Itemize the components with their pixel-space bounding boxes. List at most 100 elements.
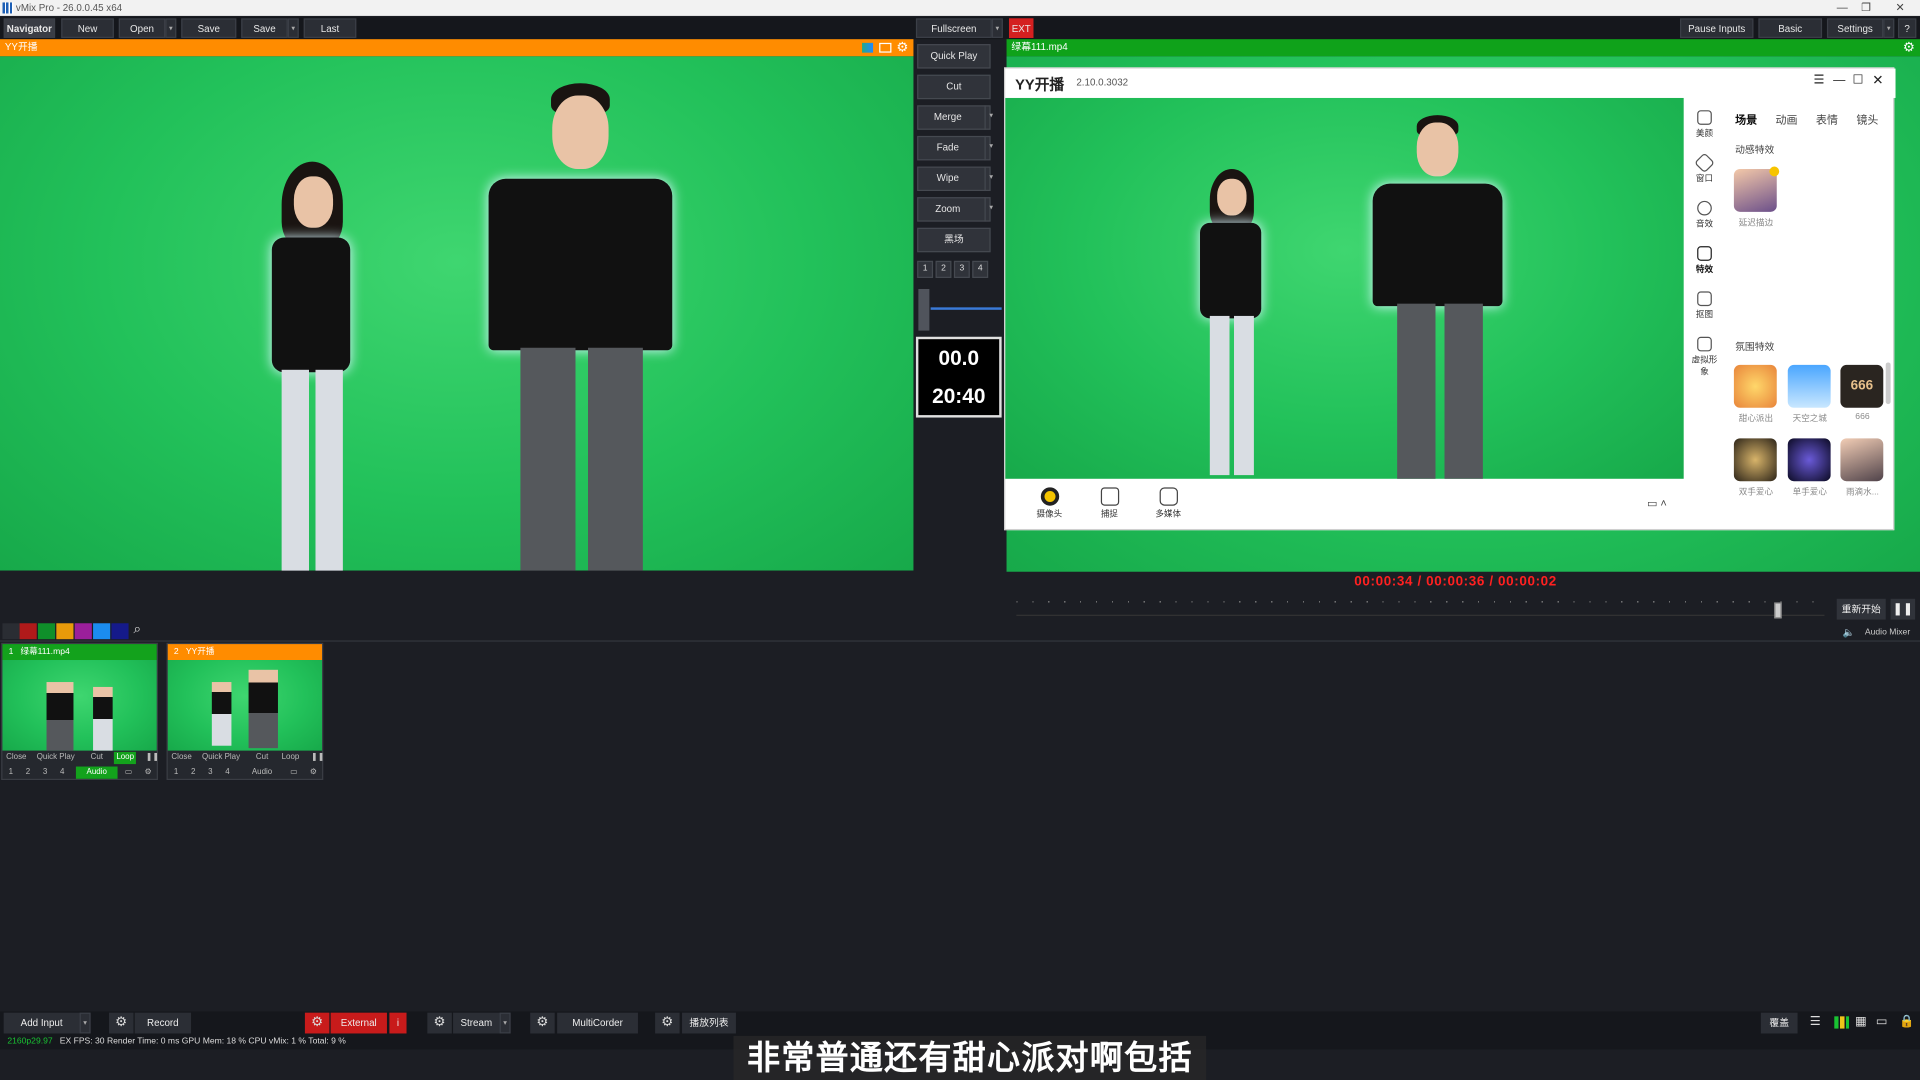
open-dropdown-icon[interactable]: ▾: [165, 18, 177, 38]
color-filter-none[interactable]: [2, 623, 20, 640]
new-button[interactable]: New: [61, 18, 114, 38]
input-1-close-button[interactable]: Close: [6, 752, 26, 764]
input-2-audio-button[interactable]: Audio: [241, 767, 283, 779]
external-info-button[interactable]: i: [389, 1012, 407, 1034]
stream-settings-gear-icon[interactable]: ⚙: [427, 1012, 452, 1034]
multicorder-button[interactable]: MultiCorder: [557, 1012, 638, 1034]
zoom-button[interactable]: Zoom ▾: [917, 197, 993, 222]
playback-seek-handle[interactable]: [1774, 602, 1782, 619]
minimize-icon[interactable]: —: [1837, 0, 1848, 16]
stream-button[interactable]: Stream: [453, 1012, 500, 1034]
grid-view-icon[interactable]: ▦: [1855, 1015, 1867, 1028]
yy-window-button[interactable]: 窗口: [1691, 152, 1718, 185]
audio-meter-icon[interactable]: [1834, 1016, 1849, 1029]
yy-sound-button[interactable]: 音效: [1691, 200, 1718, 230]
yy-tab-emoji[interactable]: 表情: [1816, 111, 1838, 127]
last-button[interactable]: Last: [303, 18, 357, 38]
fx-666-thumb[interactable]: 666: [1840, 364, 1884, 408]
transition-number-2[interactable]: 2: [935, 260, 952, 278]
input-1-num-3[interactable]: 3: [43, 767, 47, 779]
input-card-2[interactable]: 2 YY开播 Close Quick Play Cut Loop ❚❚ 1 2 …: [166, 642, 324, 781]
preview-window-icon[interactable]: [879, 42, 892, 53]
color-filter-red[interactable]: [19, 623, 37, 640]
yy-media-button[interactable]: 多媒体: [1153, 487, 1182, 520]
input-1-cut-button[interactable]: Cut: [91, 752, 103, 764]
input-2-num-1[interactable]: 1: [174, 767, 178, 779]
yy-beauty-button[interactable]: 美颜: [1691, 110, 1718, 139]
t-bar-handle[interactable]: [918, 288, 930, 331]
playlist-settings-gear-icon[interactable]: ⚙: [655, 1012, 680, 1034]
input-2-close-button[interactable]: Close: [171, 752, 191, 764]
monitor-view-icon[interactable]: ▭: [1876, 1015, 1888, 1028]
color-filter-orange[interactable]: [56, 623, 74, 640]
yy-close-icon[interactable]: ✕: [1872, 72, 1883, 88]
input-1-gear-icon[interactable]: ⚙: [144, 767, 151, 779]
input-1-num-2[interactable]: 2: [26, 767, 30, 779]
input-2-num-2[interactable]: 2: [191, 767, 195, 779]
help-button[interactable]: ?: [1897, 18, 1917, 38]
input-2-cut-button[interactable]: Cut: [256, 752, 268, 764]
overlay-button[interactable]: 覆盖: [1760, 1012, 1798, 1034]
quick-play-button[interactable]: Quick Play: [917, 44, 991, 69]
fade-button[interactable]: Fade ▾: [917, 135, 993, 161]
yy-menu-icon[interactable]: ☰: [1813, 73, 1824, 86]
transition-number-3[interactable]: 3: [953, 260, 970, 278]
record-button[interactable]: Record: [134, 1012, 192, 1034]
input-2-monitor-icon[interactable]: ▭: [290, 767, 298, 779]
pause-icon[interactable]: ❚❚: [1890, 598, 1916, 620]
close-icon[interactable]: ✕: [1896, 0, 1905, 16]
stream-dropdown-icon[interactable]: ▾: [499, 1012, 511, 1034]
merge-button[interactable]: Merge ▾: [917, 105, 993, 130]
speaker-icon[interactable]: 🔈: [1843, 627, 1855, 638]
input-2-num-3[interactable]: 3: [208, 767, 212, 779]
yy-effects-scrollbar[interactable]: [1885, 362, 1891, 405]
multicorder-settings-gear-icon[interactable]: ⚙: [530, 1012, 555, 1034]
restart-button[interactable]: 重新开始: [1836, 598, 1886, 620]
add-input-button[interactable]: Add Input: [3, 1012, 80, 1034]
settings-dropdown-icon[interactable]: ▾: [1883, 18, 1895, 38]
t-bar-track[interactable]: [930, 307, 1002, 310]
yy-minimize-icon[interactable]: —: [1833, 73, 1845, 86]
input-1-pause-icon[interactable]: ❚❚: [146, 752, 159, 764]
wipe-button[interactable]: Wipe ▾: [917, 166, 993, 192]
fullscreen-dropdown-icon[interactable]: ▾: [991, 18, 1003, 38]
input-card-1[interactable]: 1 绿幕111.mp4 Close Quick Play Cut Loop ❚❚…: [1, 642, 159, 781]
preview-color-icon[interactable]: [862, 42, 874, 53]
fx-sky-city-thumb[interactable]: [1787, 364, 1831, 408]
preview-gear-icon[interactable]: ⚙: [896, 39, 908, 56]
search-icon[interactable]: ⌕: [133, 622, 141, 638]
pause-inputs-button[interactable]: Pause Inputs: [1680, 18, 1754, 38]
transition-number-4[interactable]: 4: [972, 260, 989, 278]
yy-tab-animation[interactable]: 动画: [1776, 111, 1798, 127]
yy-tab-scene[interactable]: 场景: [1735, 111, 1757, 127]
external-settings-gear-icon[interactable]: ⚙: [304, 1012, 330, 1034]
fx-sweetheart-thumb[interactable]: [1733, 364, 1777, 408]
yy-video-preview[interactable]: [1005, 97, 1684, 479]
save-dropdown-icon[interactable]: ▾: [287, 18, 299, 38]
input-1-audio-button[interactable]: Audio: [75, 766, 118, 779]
yy-effects-button[interactable]: 特效: [1691, 246, 1718, 275]
playback-seek-track[interactable]: [1016, 614, 1825, 616]
zoom-dropdown-icon[interactable]: ▾: [984, 197, 996, 222]
preview-video[interactable]: [0, 56, 914, 615]
color-filter-blue[interactable]: [93, 623, 111, 640]
input-2-gear-icon[interactable]: ⚙: [310, 767, 317, 779]
save-button[interactable]: Save: [181, 18, 237, 38]
fullscreen-button[interactable]: Fullscreen: [915, 18, 992, 38]
black-button[interactable]: 黑场: [917, 227, 991, 253]
yy-maximize-icon[interactable]: ☐: [1853, 73, 1864, 86]
input-1-num-1[interactable]: 1: [9, 767, 13, 779]
external-button[interactable]: External: [330, 1012, 387, 1034]
fx-delay-outline-thumb[interactable]: [1733, 168, 1777, 212]
open-button[interactable]: Open: [118, 18, 166, 38]
color-filter-green[interactable]: [37, 623, 56, 640]
input-1-thumbnail[interactable]: [2, 660, 157, 751]
yy-camera-button[interactable]: 摄像头: [1036, 487, 1063, 520]
yy-matting-button[interactable]: 抠图: [1691, 291, 1718, 320]
add-input-dropdown-icon[interactable]: ▾: [79, 1012, 91, 1034]
yy-capture-button[interactable]: 捕捉: [1096, 487, 1123, 520]
input-1-monitor-icon[interactable]: ▭: [125, 767, 133, 779]
cut-button[interactable]: Cut: [917, 74, 991, 100]
input-2-pause-icon[interactable]: ❚❚: [311, 752, 324, 764]
maximize-icon[interactable]: ❐: [1861, 0, 1871, 16]
